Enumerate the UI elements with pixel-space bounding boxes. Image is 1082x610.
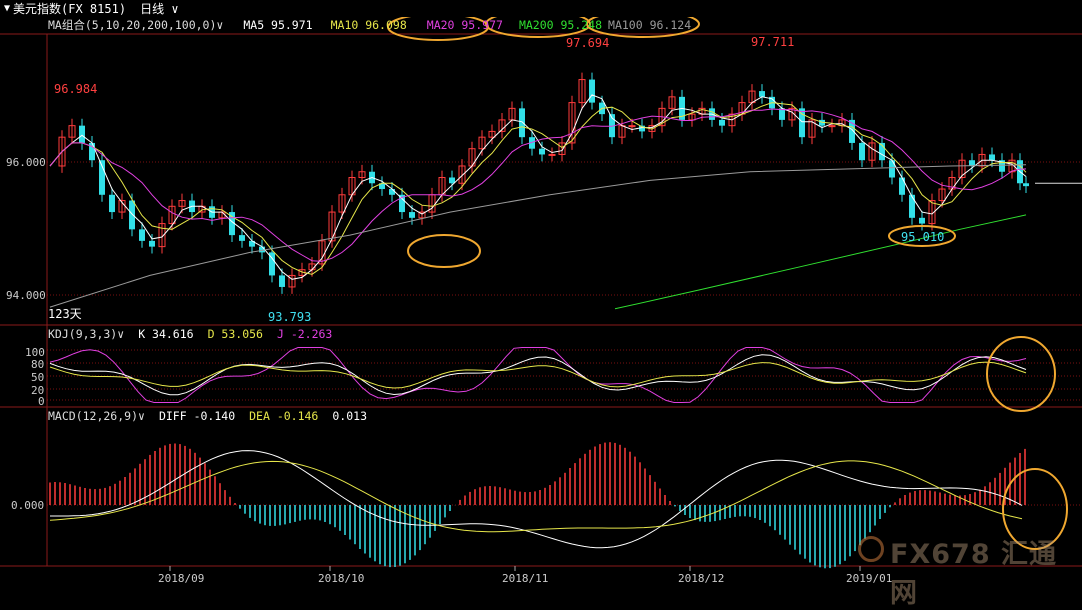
candle-down [79,125,85,143]
ma-settings-dropdown[interactable]: MA组合(5,10,20,200,100,0)∨ [48,17,223,33]
ma-legend: MA组合(5,10,20,200,100,0)∨ MA5 95.971 MA10… [48,17,691,33]
price-tick-96: 96.000 [6,156,46,169]
candle-up [548,153,556,156]
ma10-value: MA10 96.098 [330,18,407,32]
candle-down [239,235,245,241]
date-label-nov: 2018/11 [502,572,548,585]
kdj-k-line [49,354,1027,396]
kdj-j-value: J -2.263 [276,327,333,341]
chevron-down-icon: ∨ [138,409,145,423]
watermark: FX678 汇通网 [890,532,1082,610]
candle-down [279,275,285,287]
macd-dea-value: DEA -0.146 [249,409,319,423]
candle-up [828,125,836,128]
ma200-value: MA200 95.248 [518,18,603,32]
watermark-text: FX678 汇通网 [890,539,1058,609]
candle-down [449,177,455,184]
candle-down [909,194,915,218]
kdj-tick-0: 0 [38,395,45,408]
top-bar: ▼ 美元指数(FX 8151) 日线 ∨ [0,0,1082,17]
annotation-low: 93.793 [268,310,311,324]
annotation-low-recent: 95.010 [901,230,944,244]
kdj-tick-80: 80 [31,358,44,371]
ma20-value: MA20 95.977 [426,18,503,32]
candle-up [628,125,636,128]
ma100-value: MA100 96.124 [608,18,692,32]
symbol-title: 美元指数(FX 8151) [13,2,127,16]
candle-down [539,148,545,155]
date-label-jan: 2019/01 [846,572,892,585]
candle-down [989,154,995,161]
chart-canvas[interactable]: 96.000 94.000 100 80 50 20 0 0.000 2018/… [0,0,1082,587]
candle-down [889,160,895,178]
watermark-logo-icon [858,536,884,562]
ma-legend-label: MA组合(5,10,20,200,100,0) [48,18,217,32]
highlight-ellipse [986,336,1056,412]
kdj-j-line [49,347,1027,403]
candle-down [1023,183,1029,187]
kdj-k-value: K 34.616 [138,327,194,341]
period-label: 日线 [140,2,165,16]
macd-hist-value: 0.013 [332,409,367,423]
kdj-d-value: D 53.056 [207,327,263,341]
macd-diff-line [50,450,1023,549]
candle-down [859,142,865,161]
date-label-oct: 2018/10 [318,572,364,585]
ma5-line [49,94,1027,280]
candle-down [409,212,415,218]
kdj-legend-label: KDJ(9,3,3) [48,327,118,341]
kdj-legend: KDJ(9,3,3)∨ K 34.616 D 53.056 J -2.263 [48,326,332,342]
day-count-label: 123天 [48,307,82,321]
annotation-high-mid: 97.694 [566,36,609,50]
candle-down [899,177,905,195]
kdj-d-line [49,361,1027,389]
date-label-sep: 2018/09 [158,572,204,585]
candle-down [149,240,155,247]
ma100-line [49,164,1027,308]
price-tick-94: 94.000 [6,289,46,302]
macd-diff-value: DIFF -0.140 [158,409,236,423]
macd-legend: MACD(12,26,9)∨ DIFF -0.140 DEA -0.146 0.… [48,408,367,424]
candle-down [719,119,725,126]
annotation-high-right: 97.711 [751,35,794,49]
candle-down [109,194,115,213]
candle-down [519,108,525,138]
kdj-tick-50: 50 [31,371,44,384]
candle-down [129,200,135,230]
annotation-high-left: 96.984 [54,82,97,96]
candle-down [389,189,395,195]
moving-average-lines [49,94,1082,310]
candle-down [589,79,595,103]
ma200-line [614,214,1027,310]
macd-tick-0: 0.000 [11,499,44,512]
macd-legend-label: MACD(12,26,9) [48,409,139,423]
highlight-ellipses [387,10,1068,550]
macd-settings-dropdown[interactable]: MACD(12,26,9)∨ [48,409,145,423]
ma5-value: MA5 95.971 [243,18,313,32]
highlight-ellipse [407,234,481,268]
chevron-down-icon: ∨ [117,327,125,341]
candle-down [759,91,765,97]
kdj-settings-dropdown[interactable]: KDJ(9,3,3)∨ [48,327,124,341]
candle-down [969,160,975,166]
period-dropdown[interactable]: 日线 ∨ [140,0,178,17]
chevron-down-icon: ∨ [171,2,179,16]
price-candles [58,72,1029,294]
kdj-indicator [49,347,1027,403]
chevron-down-icon: ∨ [216,18,224,32]
macd-dea-line [49,460,1023,533]
candle-down [139,229,145,241]
candle-down [919,217,925,224]
symbol-title-group[interactable]: ▼ 美元指数(FX 8151) [4,0,126,17]
date-label-dec: 2018/12 [678,572,724,585]
chevron-down-icon: ▼ [4,3,11,14]
